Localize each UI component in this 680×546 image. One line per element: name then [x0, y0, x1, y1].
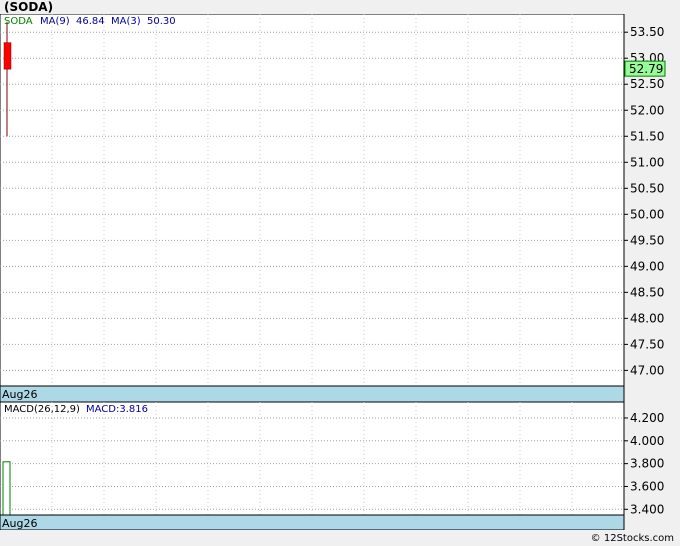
macd-chart: 4.200 4.000 3.800 3.600 3.400 Aug26 MACD(26,… — [0, 402, 664, 530]
macd-tick-label: 4.000 — [630, 434, 664, 448]
macd-tick-label: 3.400 — [630, 502, 664, 516]
price-tick-label: 48.00 — [630, 311, 664, 325]
legend-symbol: SODA — [4, 16, 33, 27]
price-tick-label: 53.50 — [630, 25, 664, 39]
price-date-band — [0, 385, 625, 402]
macd-date-band — [0, 514, 625, 530]
legend-ma3-value: 50.30 — [147, 16, 176, 27]
legend-ma9-label: MA(9) — [40, 16, 70, 27]
price-tick-label: 52.50 — [630, 77, 664, 91]
macd-tick-label: 3.600 — [630, 479, 664, 493]
candle-body — [3, 42, 12, 70]
macd-panel: 4.200 4.000 3.800 3.600 3.400 Aug26 MACD(26,… — [0, 402, 680, 530]
price-tick-label: 52.00 — [630, 103, 664, 117]
macd-legend-value: MACD:3.816 — [86, 404, 148, 415]
chart-title: (SODA) — [4, 0, 54, 14]
legend-ma9-value: 46.84 — [76, 16, 105, 27]
macd-y-axis: 4.200 4.000 3.800 3.600 3.400 — [624, 411, 664, 516]
price-tick-label: 51.50 — [630, 129, 664, 143]
price-tick-label: 48.50 — [630, 285, 664, 299]
price-tick-label: 47.50 — [630, 337, 664, 351]
macd-bars — [2, 461, 11, 516]
price-date-label: Aug26 — [2, 388, 37, 401]
macd-tick-label: 3.800 — [630, 457, 664, 471]
macd-tick-label: 4.200 — [630, 411, 664, 425]
macd-bar — [2, 461, 11, 516]
price-tick-label: 47.00 — [630, 363, 664, 377]
price-tick-label: 51.00 — [630, 155, 664, 169]
price-y-axis: 53.5053.0052.5052.0051.5051.0050.5050.00… — [624, 25, 664, 377]
price-tick-label: 50.50 — [630, 181, 664, 195]
footer-credit: © 12Stocks.com — [590, 533, 674, 544]
price-tick-label: 49.00 — [630, 259, 664, 273]
last-price-label: 52.79 — [629, 62, 663, 76]
price-tick-label: 49.50 — [630, 233, 664, 247]
legend-ma3-label: MA(3) — [111, 16, 141, 27]
price-plot-area — [0, 14, 625, 402]
macd-legend-label: MACD(26,12,9) — [4, 404, 80, 415]
macd-date-label: Aug26 — [2, 517, 37, 530]
price-panel: 53.50 53.00 52.50 52.00 51.50 51.00 50.50 50.00… — [0, 14, 680, 402]
price-tick-label: 50.00 — [630, 207, 664, 221]
price-chart: 53.5053.0052.5052.0051.5051.0050.5050.00… — [0, 14, 666, 402]
